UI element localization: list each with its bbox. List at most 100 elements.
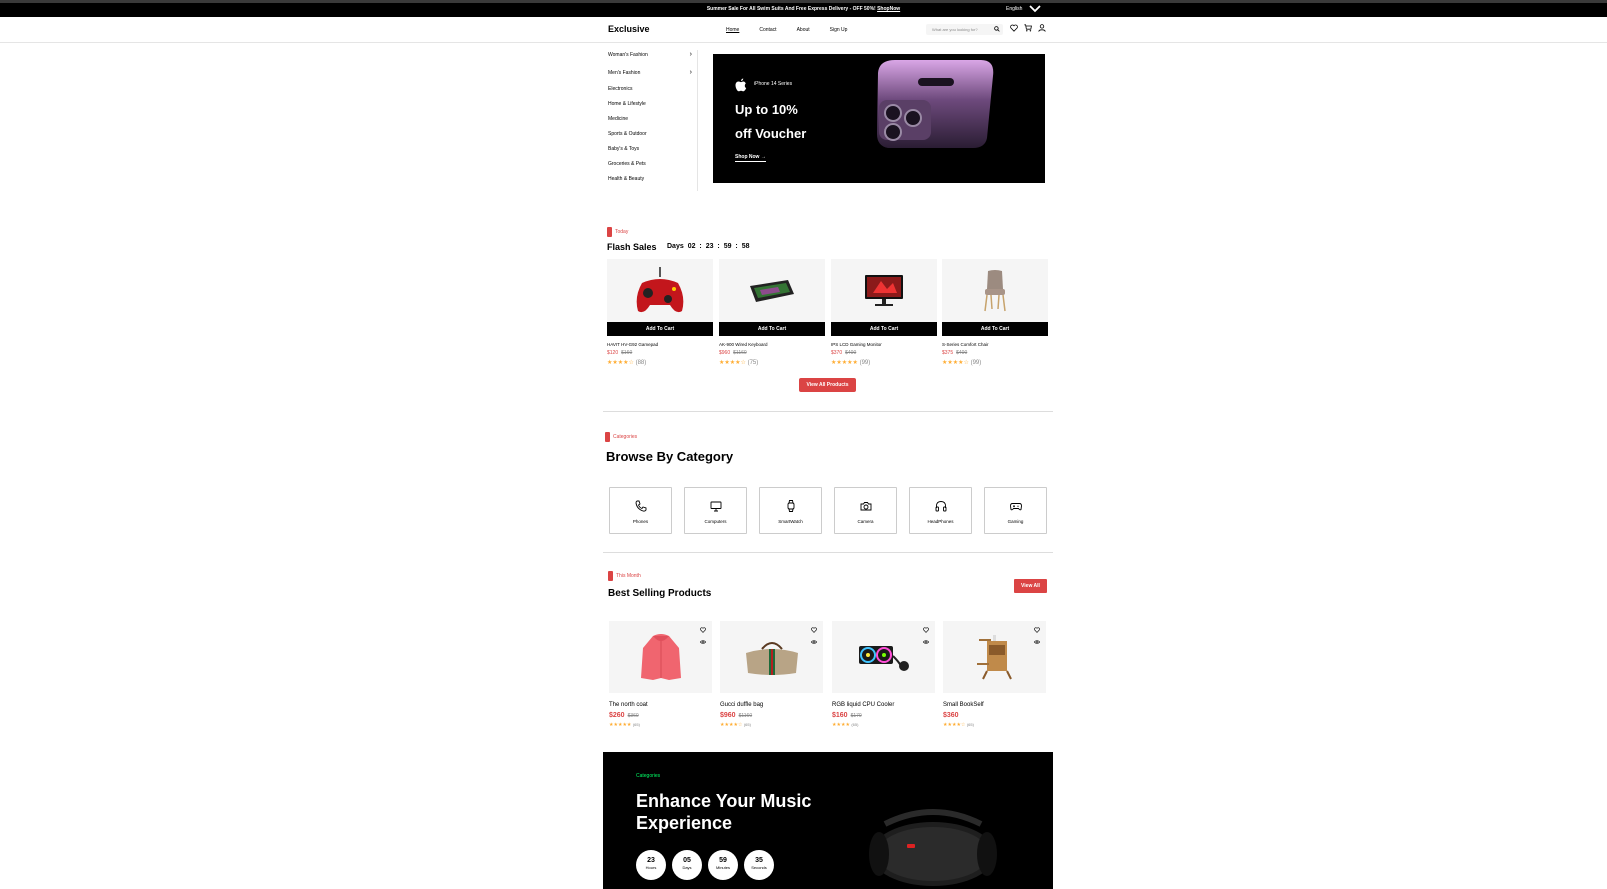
cart-icon[interactable] [1024,24,1032,32]
search-icon[interactable] [994,26,1000,32]
nav-home[interactable]: Home [726,27,739,33]
heart-icon[interactable] [700,627,706,633]
site-logo[interactable]: Exclusive [608,24,650,34]
headphones-icon [935,501,946,512]
view-all-button[interactable]: View All [1014,579,1047,593]
product-price: $120 $160 [607,350,713,356]
add-to-cart-button[interactable]: Add To Cart [831,322,937,336]
countdown-value: 05 [683,857,691,864]
best-product-card[interactable]: RGB liquid CPU Cooler $160 $170 ★★★★ (65) [832,621,935,728]
promo-shop-now-link[interactable]: ShopNow [877,6,900,12]
price-old: $1160 [738,713,753,719]
music-promo-banner[interactable]: Categories Enhance Your Music Experience… [603,752,1053,889]
chevron-down-icon[interactable] [1029,4,1041,14]
product-name[interactable]: S-Series Comfort Chair [942,342,1048,347]
sidebar-item-health-beauty[interactable]: Health & Beauty [608,176,692,182]
add-to-cart-button[interactable]: Add To Cart [719,322,825,336]
rating-stars: ★★★★ [832,722,850,728]
product-name[interactable]: The north coat [609,702,712,708]
bookshelf-image [976,635,1012,680]
product-name[interactable]: Gucci duffle bag [720,702,823,708]
category-label: SmartWatch [778,519,803,524]
category-gaming[interactable]: Gaming [984,487,1047,534]
language-select[interactable]: English [1006,6,1022,12]
sidebar-item-label: Men's Fashion [608,70,641,76]
category-camera[interactable]: Camera [834,487,897,534]
sidebar-item-home-lifestyle[interactable]: Home & Lifestyle [608,101,692,107]
cpu-cooler-image [858,646,909,671]
nav-signup[interactable]: Sign Up [830,27,848,33]
price-old: $170 [850,713,862,719]
gamepad-image [636,266,684,312]
product-rating: ★★★★☆ (65) [943,722,1046,728]
flash-countdown: Days 02 : 23 : 59 : 58 [667,243,750,250]
category-headphones[interactable]: HeadPhones [909,487,972,534]
sidebar-item-medicine[interactable]: Medicine [608,116,692,122]
timer-value: 02 : 23 : 59 : 58 [687,243,750,250]
browse-category-title: Browse By Category [606,449,734,464]
heart-icon[interactable] [923,627,929,633]
sidebar-item-babys-toys[interactable]: Baby's & Toys [608,146,692,152]
flash-tag-label: Today [615,229,629,235]
sidebar-item-electronics[interactable]: Electronics [608,86,692,92]
sidebar-item-womens-fashion[interactable]: Woman's Fashion › [608,51,692,58]
sidebar-item-label: Woman's Fashion [608,52,648,58]
heart-icon[interactable] [1034,627,1040,633]
product-name[interactable]: Small BookSelf [943,702,1046,708]
section-divider [603,411,1053,412]
eye-icon[interactable] [811,639,817,645]
eye-icon[interactable] [1034,639,1040,645]
product-price: $960 $1160 [719,350,825,356]
sidebar-item-groceries-pets[interactable]: Groceries & Pets [608,161,692,167]
product-rating: ★★★★☆ (88) [607,359,713,366]
view-all-products-button[interactable]: View All Products [799,378,856,392]
eye-icon[interactable] [700,639,706,645]
categories-tag: Categories [605,432,637,442]
rating-stars: ★★★★☆ [942,360,969,366]
flash-product-card[interactable]: Add To Cart S-Series Comfort Chair $375 $… [942,259,1048,366]
eye-icon[interactable] [923,639,929,645]
best-product-card[interactable]: Small BookSelf $360 ★★★★☆ (65) [943,621,1046,728]
flash-product-card[interactable]: Add To Cart IPS LCD Gaming Monitor $370 $… [831,259,937,366]
sidebar-item-sports-outdoor[interactable]: Sports & Outdoor [608,131,692,137]
product-price: $360 [943,712,1046,719]
sidebar-item-mens-fashion[interactable]: Men's Fashion › [608,69,692,76]
product-name[interactable]: RGB liquid CPU Cooler [832,702,935,708]
heart-icon[interactable] [1010,24,1018,32]
nav-contact[interactable]: Contact [759,27,776,33]
camera-icon [860,502,871,511]
product-name[interactable]: IPS LCD Gaming Monitor [831,342,937,347]
price-old: $360 [627,713,639,719]
search-input[interactable]: What are you looking for? [926,24,1003,35]
flash-product-card[interactable]: Add To Cart AK-900 Wired Keyboard $960 $1… [719,259,825,366]
rating-count: (99) [970,360,982,366]
flash-product-card[interactable]: Add To Cart HAVIT HV-G92 Gamepad $120 $16… [607,259,713,366]
hero-shop-now-link[interactable]: Shop Now → [735,154,766,162]
nav-about[interactable]: About [797,27,810,33]
chair-image [984,269,1006,311]
product-name[interactable]: AK-900 Wired Keyboard [719,342,825,347]
user-icon[interactable] [1038,24,1046,32]
category-computers[interactable]: Computers [684,487,747,534]
music-title: Enhance Your Music Experience [636,790,836,834]
product-image [942,259,1048,322]
product-name[interactable]: HAVIT HV-G92 Gamepad [607,342,713,347]
category-phones[interactable]: Phones [609,487,672,534]
chevron-right-icon: › [689,69,692,76]
category-smartwatch[interactable]: SmartWatch [759,487,822,534]
header-icons [1010,24,1046,32]
hero-banner[interactable]: iPhone 14 Series Up to 10% off Voucher S… [713,54,1045,183]
rating-stars: ★★★★★ [609,722,632,728]
price-old: $160 [621,350,633,356]
section-marker [605,432,610,442]
heart-icon[interactable] [811,627,817,633]
product-rating: ★★★★★ (65) [609,722,712,728]
rating-count: (65) [743,722,751,727]
best-product-card[interactable]: Gucci duffle bag $960 $1160 ★★★★☆ (65) [720,621,823,728]
add-to-cart-button[interactable]: Add To Cart [607,322,713,336]
timer-label: Days [667,243,684,250]
best-product-card[interactable]: The north coat $260 $360 ★★★★★ (65) [609,621,712,728]
product-price: $960 $1160 [720,712,823,719]
apple-logo-icon [735,78,747,92]
add-to-cart-button[interactable]: Add To Cart [942,322,1048,336]
